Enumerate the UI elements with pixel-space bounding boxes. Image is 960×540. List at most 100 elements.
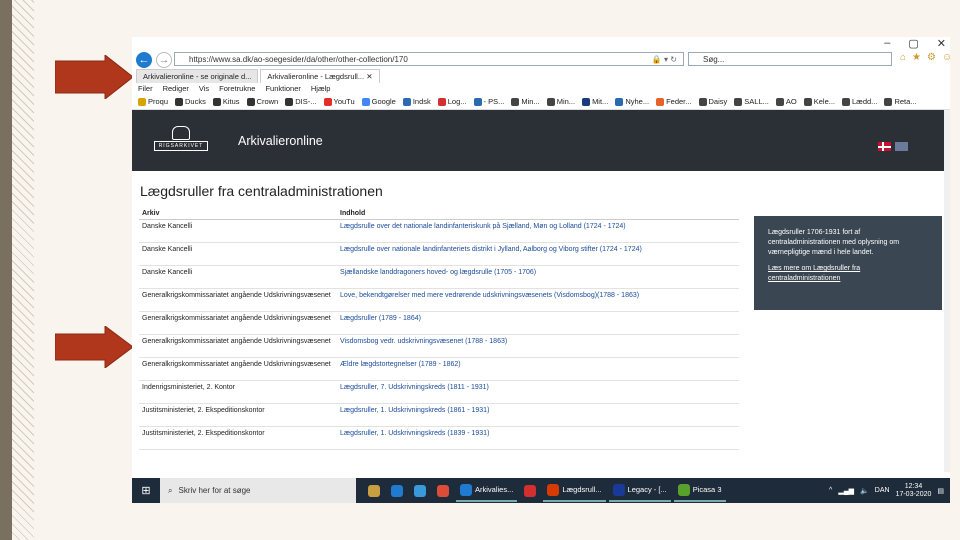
favorite-site-icon — [285, 97, 294, 106]
refresh-icon[interactable]: 🔒 ▾ ↻ — [652, 53, 677, 67]
taskbar-app[interactable]: Legacy - [... — [608, 479, 671, 502]
menu-hjaelp[interactable]: Hjælp — [311, 83, 331, 94]
indhold-link[interactable]: Visdomsbog vedr. udskrivningsvæsenet (17… — [337, 334, 739, 358]
read-more-link[interactable]: Læs mere om Lægdsruller fra centraladmin… — [768, 264, 928, 284]
table-row: Danske Kancelli Sjællandske landdragoners… — [139, 265, 739, 289]
screenshot-frame: – ▢ ✕ ← → https://www.sa.dk/ao-soegeside… — [132, 37, 950, 503]
menu-rediger[interactable]: Rediger — [163, 83, 189, 94]
favorite-item[interactable]: Nyhe... — [615, 94, 649, 109]
favorite-label: Min... — [556, 97, 576, 106]
favorite-label: AO — [785, 97, 797, 106]
indhold-link[interactable]: Lægdsruller, 7. Udskrivningskreds (1811 … — [337, 380, 739, 404]
favorite-item[interactable]: Feder... — [656, 94, 692, 109]
favorite-site-icon — [734, 97, 743, 106]
close-window-button[interactable]: ✕ — [937, 37, 946, 50]
favorite-item[interactable]: YouTu — [323, 94, 355, 109]
windows-start-button[interactable]: ⊞ — [132, 484, 160, 497]
favorites-star-icon[interactable]: ★ — [912, 52, 921, 63]
rigsarkivet-logo[interactable]: RIGSARKIVET — [154, 126, 208, 152]
favorite-item[interactable]: AO — [775, 94, 797, 109]
favorite-item[interactable]: Kitus — [212, 94, 240, 109]
favorite-item[interactable]: Min... — [546, 94, 576, 109]
tab-arkivalieronline-laegdsruller[interactable]: Arkivalieronline - Lægdsrull... ✕ — [260, 69, 380, 83]
back-button[interactable]: ← — [136, 52, 152, 68]
collection-table: Arkiv Indhold Danske Kancelli Lægdsrulle … — [139, 208, 739, 450]
taskbar-app[interactable] — [433, 480, 453, 501]
favorite-item[interactable]: Crown — [246, 94, 278, 109]
favorite-item[interactable]: Daisy — [698, 94, 727, 109]
tray-chevron-icon[interactable]: ^ — [829, 487, 832, 494]
home-icon[interactable]: ⌂ — [900, 52, 906, 63]
site-name[interactable]: Arkivalieronline — [238, 134, 323, 148]
app-icon — [391, 484, 403, 497]
menu-funktioner[interactable]: Funktioner — [265, 83, 300, 94]
favorite-label: Nyhe... — [625, 97, 650, 106]
favorite-label: Feder... — [666, 97, 692, 106]
favorite-item[interactable]: DIS-... — [285, 94, 317, 109]
taskbar-app[interactable] — [520, 480, 540, 501]
table-row: Danske Kancelli Lægdsrulle over det natio… — [139, 219, 739, 243]
address-bar-row: ← → https://www.sa.dk/ao-soegesider/da/o… — [132, 51, 950, 69]
windows-taskbar: ⊞ ⌕ Skriv her for at søge Arkivalies... L… — [132, 478, 950, 503]
menu-foretrukne[interactable]: Foretrukne — [219, 83, 255, 94]
menu-vis[interactable]: Vis — [199, 83, 209, 94]
taskbar-app[interactable]: Picasa 3 — [673, 479, 726, 502]
indhold-link[interactable]: Lægdsrulle over det nationale landinfant… — [337, 219, 739, 243]
favorite-label: SALL... — [744, 97, 769, 106]
favorite-label: Google — [371, 97, 396, 106]
favorite-item[interactable]: Min... — [511, 94, 540, 109]
notifications-icon[interactable]: ▤ — [937, 487, 944, 495]
indhold-link[interactable]: Lægdsruller (1789 - 1864) — [337, 311, 739, 335]
tab-close-icon[interactable]: ✕ — [366, 72, 372, 81]
smiley-icon[interactable]: ☺ — [942, 52, 950, 63]
favorite-item[interactable]: Mit... — [582, 94, 608, 109]
indhold-link[interactable]: Lægdsruller, 1. Udskrivningskreds (1839 … — [337, 426, 739, 450]
favorite-item[interactable]: Ducks — [175, 94, 206, 109]
taskbar-app[interactable]: Arkivalies... — [456, 479, 518, 502]
favorite-item[interactable]: Lædd... — [842, 94, 877, 109]
language-indicator[interactable]: DAN — [875, 487, 890, 494]
indhold-link[interactable]: Love, bekendtgørelser med mere vedrørend… — [337, 288, 739, 312]
maximize-button[interactable]: ▢ — [908, 37, 918, 50]
taskbar-app[interactable]: Lægdsrull... — [543, 479, 606, 502]
tab-arkivalieronline-originale[interactable]: Arkivalieronline - se originale d... — [136, 69, 259, 83]
taskbar-search-box[interactable]: ⌕ Skriv her for at søge — [160, 478, 356, 503]
clock[interactable]: 12:34 17-03-2020 — [896, 483, 932, 499]
indhold-link[interactable]: Sjællandske landdragoners hoved- og lægd… — [337, 265, 739, 289]
table-row: Generalkrigskommissariatet angående Udsk… — [139, 334, 739, 358]
indhold-link[interactable]: Ældre lægdstortegnelser (1789 - 1862) — [337, 357, 739, 381]
favorite-item[interactable]: - PS... — [473, 94, 504, 109]
network-icon[interactable]: ▂▄▆ — [838, 487, 854, 495]
favorite-item[interactable]: Kele... — [803, 94, 835, 109]
taskbar-app[interactable] — [410, 480, 430, 501]
english-flag-icon[interactable] — [895, 142, 908, 151]
menu-filer[interactable]: Filer — [138, 83, 153, 94]
table-row: Justitsministeriet, 2. Ekspeditionskonto… — [139, 403, 739, 427]
forward-button[interactable]: → — [156, 52, 172, 68]
app-label: Legacy - [... — [627, 485, 667, 494]
taskbar-app[interactable] — [364, 480, 384, 501]
favorite-item[interactable]: Indsk — [402, 94, 431, 109]
taskbar-app[interactable] — [387, 480, 407, 501]
page-scrollbar[interactable] — [944, 110, 950, 472]
favorite-site-icon — [437, 97, 446, 106]
column-header-arkiv: Arkiv — [139, 208, 337, 220]
settings-gear-icon[interactable]: ⚙ — [927, 52, 936, 63]
favorite-item[interactable]: Log... — [437, 94, 467, 109]
crown-icon — [172, 126, 190, 140]
favorite-item[interactable]: SALL... — [734, 94, 769, 109]
danish-flag-icon[interactable] — [878, 142, 891, 151]
column-header-indhold: Indhold — [337, 208, 739, 220]
arkiv-cell: Generalkrigskommissariatet angående Udsk… — [139, 334, 337, 358]
indhold-link[interactable]: Lægdsrulle over nationale landinfanterie… — [337, 242, 739, 266]
favorite-item[interactable]: Proqu — [138, 94, 168, 109]
info-sidebox: Lægdsruller 1706-1931 fort af centraladm… — [754, 216, 942, 310]
favorite-item[interactable]: Google — [361, 94, 396, 109]
browser-search-input[interactable]: Søg... — [688, 52, 892, 66]
indhold-link[interactable]: Lægdsruller, 1. Udskrivningskreds (1861 … — [337, 403, 739, 427]
minimize-button[interactable]: – — [884, 37, 890, 50]
address-bar[interactable]: https://www.sa.dk/ao-soegesider/da/other… — [174, 52, 684, 66]
favorite-item[interactable]: Reta... — [884, 94, 917, 109]
favorite-label: Kitus — [222, 97, 240, 106]
volume-icon[interactable]: 🔈 — [860, 487, 869, 495]
